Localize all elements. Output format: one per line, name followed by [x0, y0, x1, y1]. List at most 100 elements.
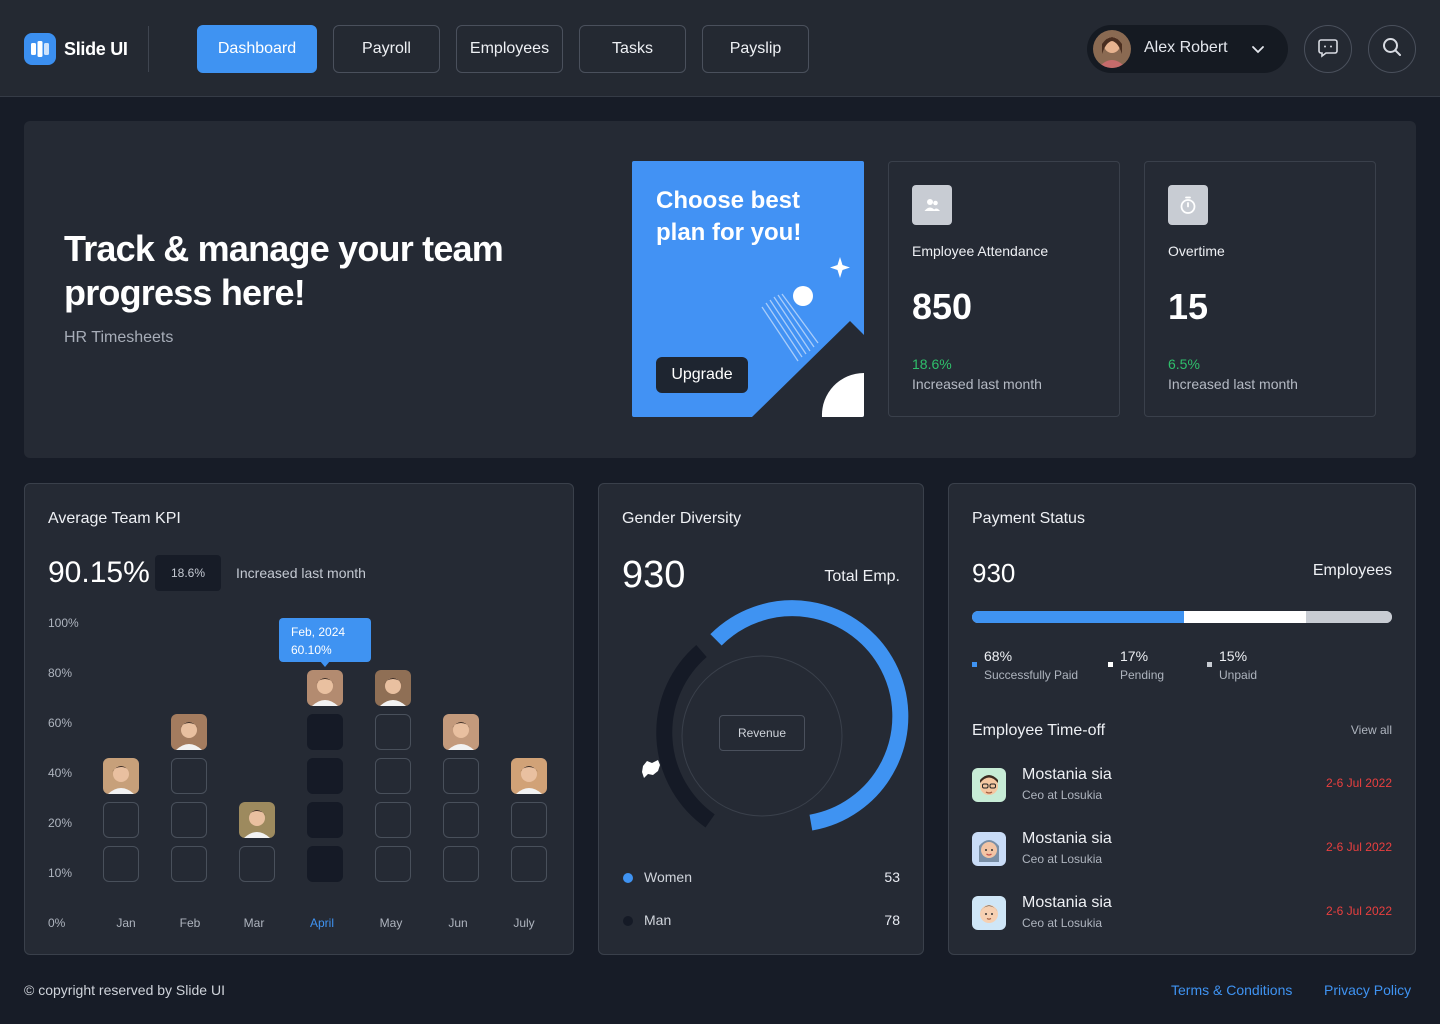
kpi-grid-cell	[171, 846, 207, 882]
kpi-bar-avatar[interactable]	[171, 714, 207, 750]
upgrade-button[interactable]: Upgrade	[656, 357, 748, 393]
overtime-label: Overtime	[1168, 243, 1225, 259]
kpi-grid-cell	[375, 846, 411, 882]
kpi-grid-cell	[375, 758, 411, 794]
attendance-value: 850	[912, 286, 973, 327]
timeoff-row[interactable]: Mostania sia Ceo at Losukia 2-6 Jul 2022	[972, 766, 1392, 806]
employee-role: Ceo at Losukia	[1022, 916, 1103, 930]
kpi-bar-avatar[interactable]	[511, 758, 547, 794]
progress-segment-paid	[972, 611, 1185, 623]
kpi-bar-avatar[interactable]	[103, 758, 139, 794]
kpi-bar-avatar[interactable]	[375, 670, 411, 706]
payment-status-panel: Payment Status 930 Employees 68% Success…	[948, 483, 1416, 955]
messages-button[interactable]	[1304, 25, 1352, 73]
timeoff-dates: 2-6 Jul 2022	[1325, 904, 1392, 918]
nav-payroll[interactable]: Payroll	[333, 25, 440, 73]
footer-copyright: © copyright reserved by Slide UI	[24, 982, 225, 998]
tooltip-value: 60.10%	[291, 643, 332, 657]
legend-label-women: Women	[644, 869, 692, 885]
unpaid-label: Unpaid	[1219, 668, 1258, 682]
kpi-grid-cell	[443, 758, 479, 794]
y-tick-label: 10%	[48, 866, 73, 880]
payment-total-value: 930	[972, 558, 1016, 588]
paid-pct: 68%	[984, 648, 1013, 664]
nav-payslip[interactable]: Payslip	[702, 25, 809, 73]
kpi-value: 90.15%	[48, 556, 150, 589]
kpi-bar-avatar[interactable]	[239, 802, 275, 838]
kpi-grid-cell	[307, 846, 343, 882]
unpaid-pct: 15%	[1219, 648, 1248, 664]
payment-progress-bar	[972, 611, 1392, 623]
x-tick-label: Mar	[243, 916, 265, 930]
timeoff-dates: 2-6 Jul 2022	[1325, 840, 1392, 854]
privacy-link[interactable]: Privacy Policy	[1324, 982, 1411, 998]
kpi-bar-avatar[interactable]	[307, 670, 343, 706]
payment-title: Payment Status	[972, 510, 1085, 527]
legend-value-women: 53	[884, 869, 900, 885]
kpi-grid-cell	[443, 846, 479, 882]
x-tick-label: July	[513, 916, 535, 930]
kpi-grid-cell	[307, 802, 343, 838]
attendance-card: Employee Attendance 850 18.6% Increased …	[888, 161, 1120, 417]
app-logo[interactable]: Slide UI	[24, 33, 128, 65]
kpi-tooltip: Feb, 2024 60.10%	[279, 618, 371, 662]
y-tick-label: 40%	[48, 766, 73, 780]
x-tick-label: May	[379, 916, 403, 930]
kpi-grid-cell	[103, 802, 139, 838]
message-square-icon	[1317, 36, 1339, 63]
paid-label: Successfully Paid	[984, 668, 1079, 682]
logo-divider	[148, 26, 149, 72]
hero-panel: Track & manage your team progress here! …	[24, 121, 1416, 458]
upgrade-plan-card: Choose best plan for you! Upgrade	[632, 161, 864, 417]
employee-role: Ceo at Losukia	[1022, 852, 1103, 866]
tooltip-date: Feb, 2024	[291, 625, 346, 639]
kpi-change-badge: 18.6%	[155, 555, 221, 591]
legend-women: Women 53	[622, 868, 900, 888]
pending-label: Pending	[1120, 668, 1165, 682]
timeoff-view-all-link[interactable]: View all	[1351, 723, 1392, 737]
user-avatar	[1093, 30, 1131, 68]
y-tick-label: 20%	[48, 816, 73, 830]
kpi-grid-cell	[171, 758, 207, 794]
kpi-grid-cell	[511, 802, 547, 838]
top-navigation-bar: Slide UI Dashboard Payroll Employees Tas…	[0, 0, 1440, 97]
progress-segment-unpaid	[1305, 611, 1392, 623]
team-kpi-panel: Average Team KPI 90.15% 18.6% Increased …	[24, 483, 574, 955]
progress-segment-pending	[1184, 611, 1306, 623]
payment-total-label: Employees	[1312, 562, 1392, 579]
tooltip-arrow	[320, 661, 330, 667]
kpi-grid-cell	[511, 846, 547, 882]
search-icon	[1381, 36, 1403, 63]
chevron-down-icon	[1250, 41, 1266, 62]
legend-dot-women	[623, 873, 633, 883]
attendance-change: 18.6%	[912, 356, 952, 372]
employee-avatar	[972, 896, 1006, 930]
hero-subtitle: HR Timesheets	[64, 329, 174, 346]
nav-employees[interactable]: Employees	[456, 25, 563, 73]
gender-diversity-panel: Gender Diversity 930 Total Emp. Revenue …	[598, 483, 924, 955]
kpi-grid-cell	[307, 714, 343, 750]
app-name: Slide UI	[64, 38, 128, 59]
kpi-change-text: Increased last month	[236, 565, 366, 581]
users-icon	[912, 185, 952, 225]
kpi-title: Average Team KPI	[48, 510, 181, 527]
timeoff-dates: 2-6 Jul 2022	[1325, 776, 1392, 790]
overtime-value: 15	[1168, 286, 1209, 327]
y-tick-label: 80%	[48, 666, 73, 680]
kpi-bar-avatar[interactable]	[443, 714, 479, 750]
hero-title: Track & manage your team progress here!	[64, 228, 504, 313]
terms-link[interactable]: Terms & Conditions	[1171, 982, 1292, 998]
overtime-change: 6.5%	[1168, 356, 1200, 372]
overtime-card: Overtime 15 6.5% Increased last month	[1144, 161, 1376, 417]
y-tick-label: 60%	[48, 716, 73, 730]
x-tick-label: Jun	[448, 916, 468, 930]
x-tick-label: Jan	[116, 916, 136, 930]
logo-icon	[24, 33, 56, 65]
search-button[interactable]	[1368, 25, 1416, 73]
y-tick-label: 100%	[48, 616, 79, 630]
timeoff-row[interactable]: Mostania sia Ceo at Losukia 2-6 Jul 2022	[972, 830, 1392, 870]
nav-tasks[interactable]: Tasks	[579, 25, 686, 73]
timeoff-row[interactable]: Mostania sia Ceo at Losukia 2-6 Jul 2022	[972, 894, 1392, 934]
nav-dashboard[interactable]: Dashboard	[197, 25, 317, 73]
user-menu[interactable]: Alex Robert	[1087, 25, 1288, 73]
